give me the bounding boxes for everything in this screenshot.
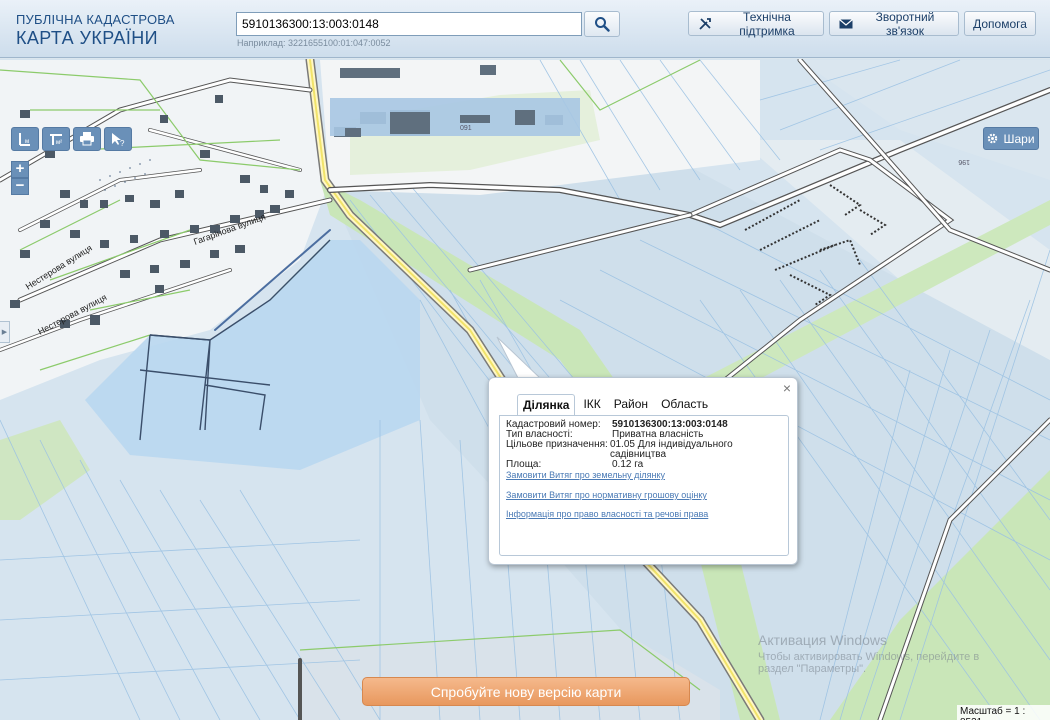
identify-button[interactable]: ? xyxy=(104,127,132,151)
support-button[interactable]: Технічна підтримка xyxy=(688,9,824,38)
layers-button[interactable]: Шари xyxy=(983,127,1039,150)
info-key: Площа: xyxy=(506,459,542,470)
info-key: Цільове призначення: xyxy=(506,439,608,450)
svg-text:м²: м² xyxy=(56,140,62,146)
try-new-map-button[interactable]: Спробуйте нову версію карти xyxy=(362,677,690,706)
site-logo[interactable]: ПУБЛІЧНА КАДАСТРОВА КАРТА УКРАЇНИ xyxy=(16,12,175,49)
ruler-icon: м xyxy=(19,133,30,146)
area-icon: м² xyxy=(50,134,62,146)
support-label: Технічна підтримка xyxy=(739,9,795,38)
tab-district[interactable]: Район xyxy=(609,394,653,416)
help-button[interactable]: Допомога xyxy=(964,11,1036,36)
logo-line-2: КАРТА УКРАЇНИ xyxy=(16,28,158,48)
cadastral-search-input[interactable] xyxy=(236,12,582,36)
search-button[interactable] xyxy=(584,11,620,37)
help-label: Допомога xyxy=(973,16,1027,31)
printer-icon xyxy=(80,132,94,146)
watermark-title: Активация Windows xyxy=(758,632,888,648)
info-row: Цільове призначення: 01.05 Для індивідуа… xyxy=(506,440,788,460)
order-extract-link[interactable]: Замовити Витяг про земельну ділянку xyxy=(506,470,665,480)
parcel-panel: Кадастровий номер: 5910136300:13:003:014… xyxy=(499,415,789,556)
cursor-question-icon: ? xyxy=(112,133,125,147)
info-value: 0.12 га xyxy=(612,459,644,470)
tab-region[interactable]: Область xyxy=(656,394,713,416)
header-bar: ПУБЛІЧНА КАДАСТРОВА КАРТА УКРАЇНИ Наприк… xyxy=(0,0,1050,58)
zoom-out-button[interactable]: − xyxy=(11,178,29,195)
cadastral-map[interactable]: Нестерова вулиця Гагарінова вулиця Несте… xyxy=(0,59,1050,720)
envelope-icon xyxy=(839,18,853,29)
measure-area-button[interactable]: м² xyxy=(42,127,70,151)
print-button[interactable] xyxy=(73,127,101,151)
measure-length-button[interactable]: м xyxy=(11,127,39,151)
tab-parcel[interactable]: Ділянка xyxy=(517,394,576,416)
ownership-info-link[interactable]: Інформація про право власності та речові… xyxy=(506,509,708,519)
side-panel-toggle[interactable]: ▶ xyxy=(0,321,10,343)
search-icon xyxy=(595,17,610,32)
scale-label: Масштаб = 1 : 8531 xyxy=(957,705,1050,720)
parcel-info: Кадастровий номер: 5910136300:13:003:014… xyxy=(506,420,788,470)
windows-activation-watermark: Активация Windows Чтобы активировать Win… xyxy=(758,632,1008,675)
svg-text:м: м xyxy=(25,139,29,145)
close-icon[interactable]: × xyxy=(783,380,791,396)
layers-label: Шари xyxy=(1003,131,1035,146)
tab-ikk[interactable]: ІКК xyxy=(578,394,605,416)
parcel-info-popup: × Ділянка ІКК Район Область Кадастровий … xyxy=(488,377,798,565)
feedback-button[interactable]: Зворотний зв'язок xyxy=(829,9,959,38)
order-valuation-link[interactable]: Замовити Витяг про нормативну грошову оц… xyxy=(506,490,707,500)
search-hint: Наприклад: 3221655100:01:047:0052 xyxy=(237,38,391,48)
svg-text:?: ? xyxy=(120,139,125,147)
gear-icon xyxy=(987,133,998,144)
watermark-text: Чтобы активировать Windows, перейдите в … xyxy=(758,651,980,675)
info-row: Площа: 0.12 га xyxy=(506,460,788,470)
map-mark: 196 xyxy=(958,158,970,165)
tools-icon xyxy=(698,17,712,31)
map-mark: 091 xyxy=(460,125,472,132)
feedback-label: Зворотний зв'язок xyxy=(875,9,935,38)
popup-tabs: Ділянка ІКК Район Область xyxy=(517,394,716,416)
info-value: 01.05 Для індивідуального садівництва xyxy=(609,439,733,460)
zoom-in-button[interactable]: + xyxy=(11,161,29,178)
logo-line-1: ПУБЛІЧНА КАДАСТРОВА xyxy=(16,12,175,27)
